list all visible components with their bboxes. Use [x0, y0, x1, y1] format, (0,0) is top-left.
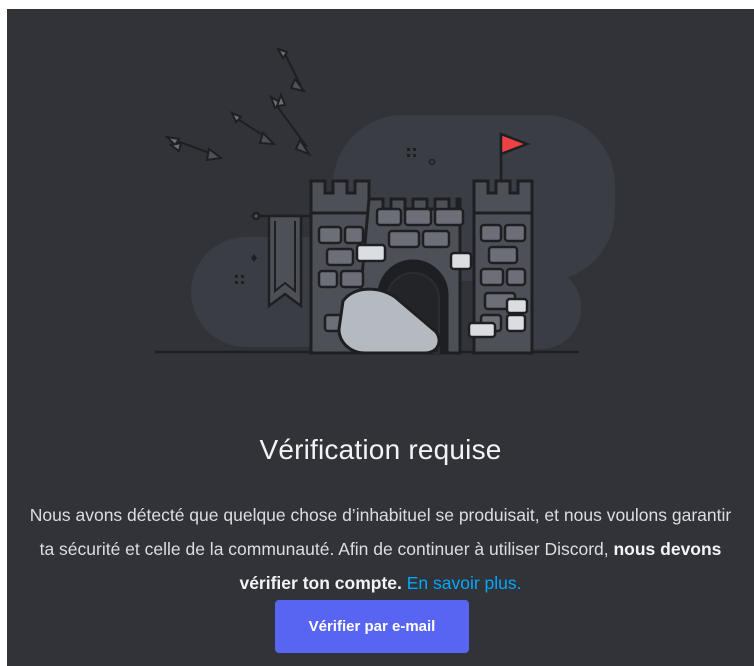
arrow-icons	[164, 47, 312, 162]
modal-description: Nous avons détecté que quelque chose d’i…	[27, 498, 734, 600]
castle-illustration	[155, 47, 615, 355]
modal-title: Vérification requise	[259, 434, 502, 465]
verify-by-email-button[interactable]: Vérifier par e-mail	[275, 600, 469, 653]
verification-modal: Vérification requise Nous avons détecté …	[7, 9, 754, 666]
learn-more-link[interactable]: En savoir plus.	[407, 573, 522, 593]
